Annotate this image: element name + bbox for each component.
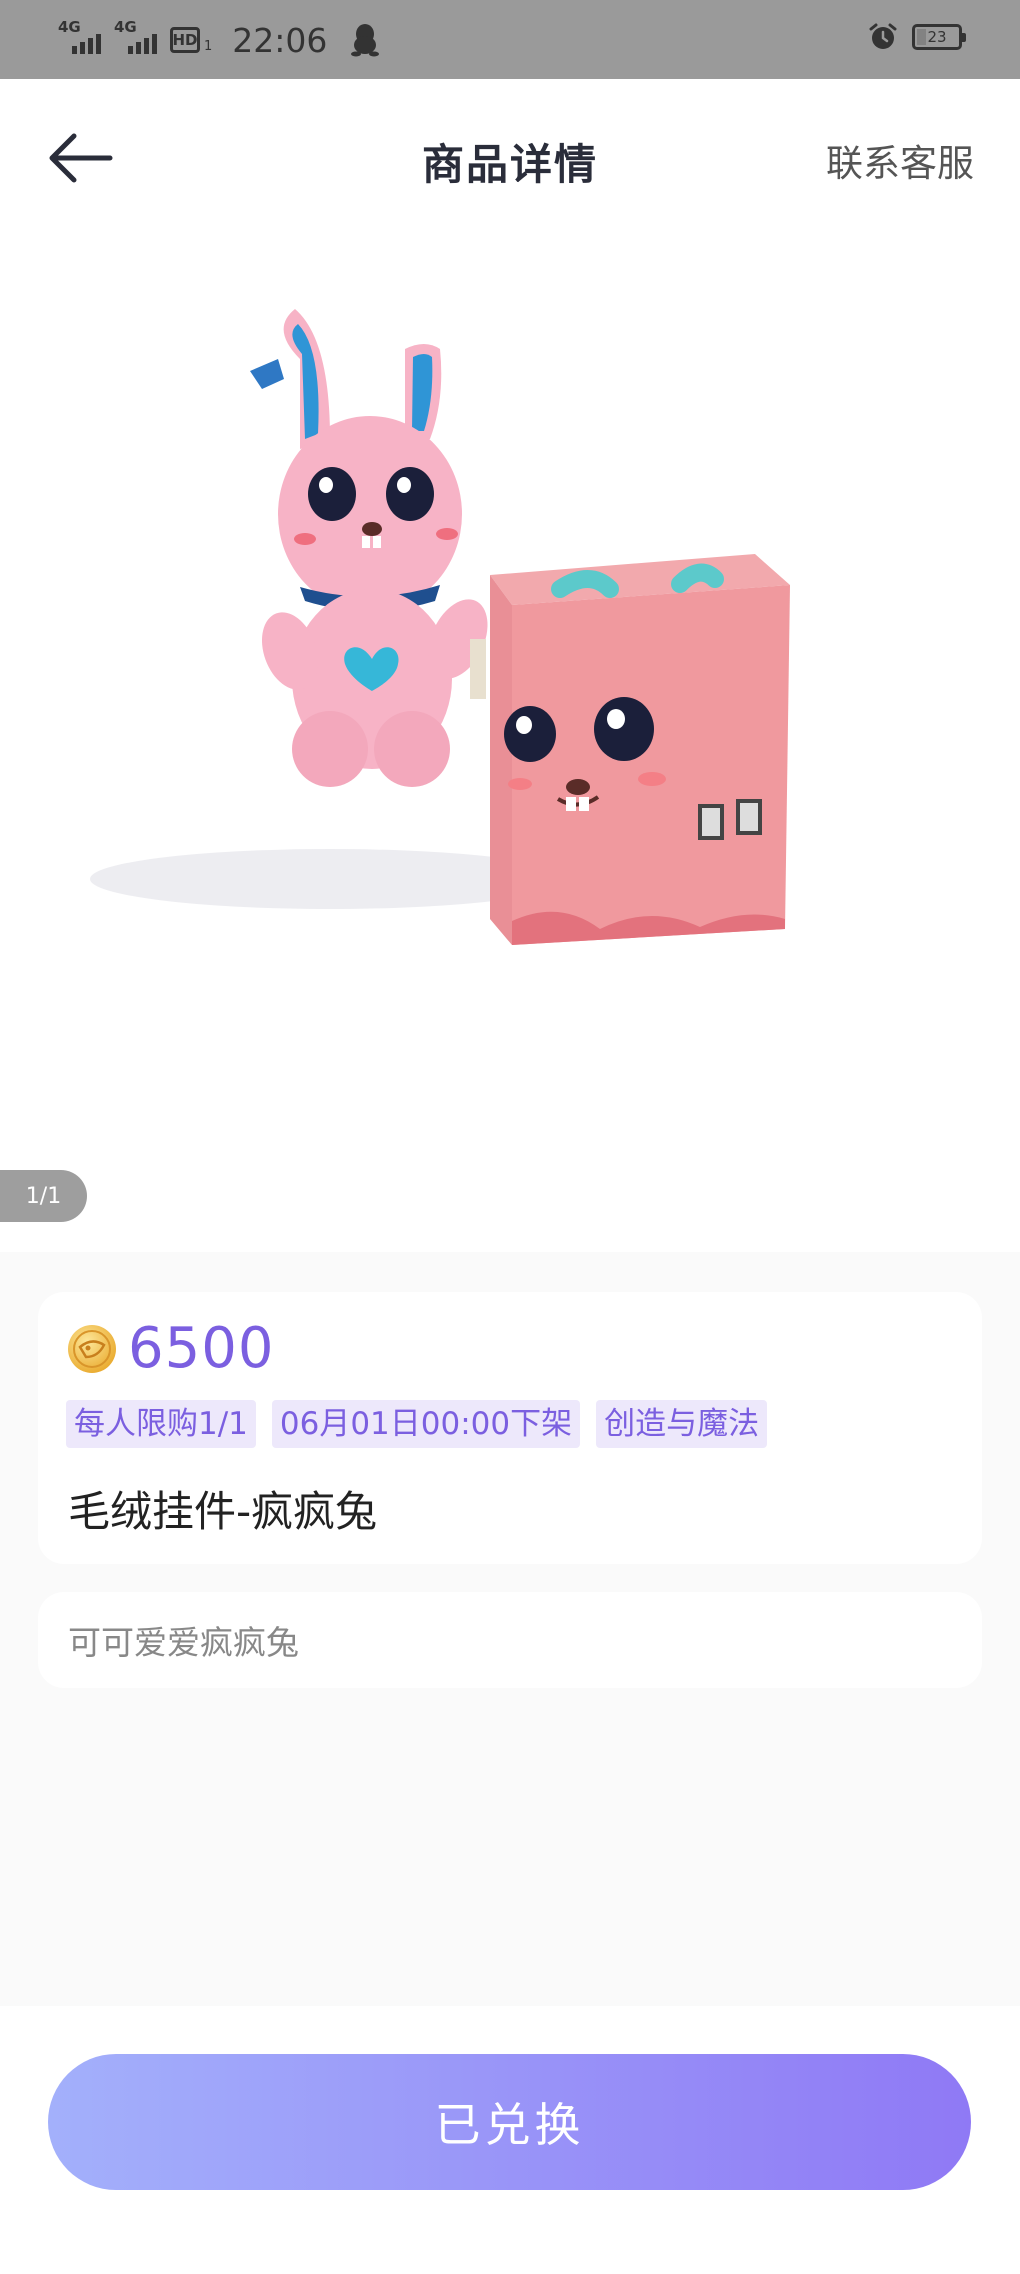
bunny-plush-illustration — [250, 309, 488, 787]
product-description-card: 可可爱爱疯疯兔 — [38, 1592, 982, 1688]
status-bar: 4G 4G HD 1 22:06 23 — [0, 0, 1020, 79]
hd-sub-label: 1 — [204, 38, 213, 54]
product-image-carousel[interactable]: 1/1 — [0, 239, 1020, 1252]
image-page-indicator: 1/1 — [0, 1170, 87, 1222]
tag-list: 每人限购1/1 06月01日00:00下架 创造与魔法 — [66, 1400, 768, 1448]
coin-icon — [68, 1324, 116, 1373]
price-row: 6500 — [66, 1316, 275, 1381]
alarm-icon — [869, 23, 897, 49]
gift-box-illustration — [490, 554, 790, 945]
signal-icon-1: 4G — [58, 20, 104, 60]
product-description: 可可爱爱疯疯兔 — [68, 1623, 299, 1662]
product-info-card: 6500 每人限购1/1 06月01日00:00下架 创造与魔法 毛绒挂件-疯疯… — [38, 1292, 982, 1564]
tag-game-name: 创造与魔法 — [596, 1400, 768, 1448]
contact-support-button[interactable]: 联系客服 — [826, 133, 974, 187]
product-image — [90, 309, 790, 945]
battery-icon: 23 — [912, 24, 966, 50]
hd-icon: HD — [170, 27, 200, 53]
bottom-action-bar: 已兑换 — [0, 2006, 1020, 2274]
qq-penguin-icon — [351, 24, 380, 57]
redeemed-button[interactable]: 已兑换 — [48, 2054, 971, 2190]
tag-purchase-limit: 每人限购1/1 — [66, 1400, 256, 1448]
network-type-label: 4G — [58, 18, 81, 36]
status-right: 23 — [868, 22, 966, 52]
status-left: 4G 4G HD 1 22:06 — [58, 18, 380, 62]
app-header: 商品详情 联系客服 — [0, 79, 1020, 239]
network-type-label: 4G — [114, 18, 137, 36]
battery-level: 23 — [927, 28, 947, 46]
product-name: 毛绒挂件-疯疯兔 — [68, 1487, 378, 1536]
signal-icon-2: 4G — [114, 20, 160, 60]
clock: 22:06 — [232, 20, 328, 60]
price-value: 6500 — [128, 1316, 275, 1381]
tag-delist-time: 06月01日00:00下架 — [271, 1400, 581, 1448]
